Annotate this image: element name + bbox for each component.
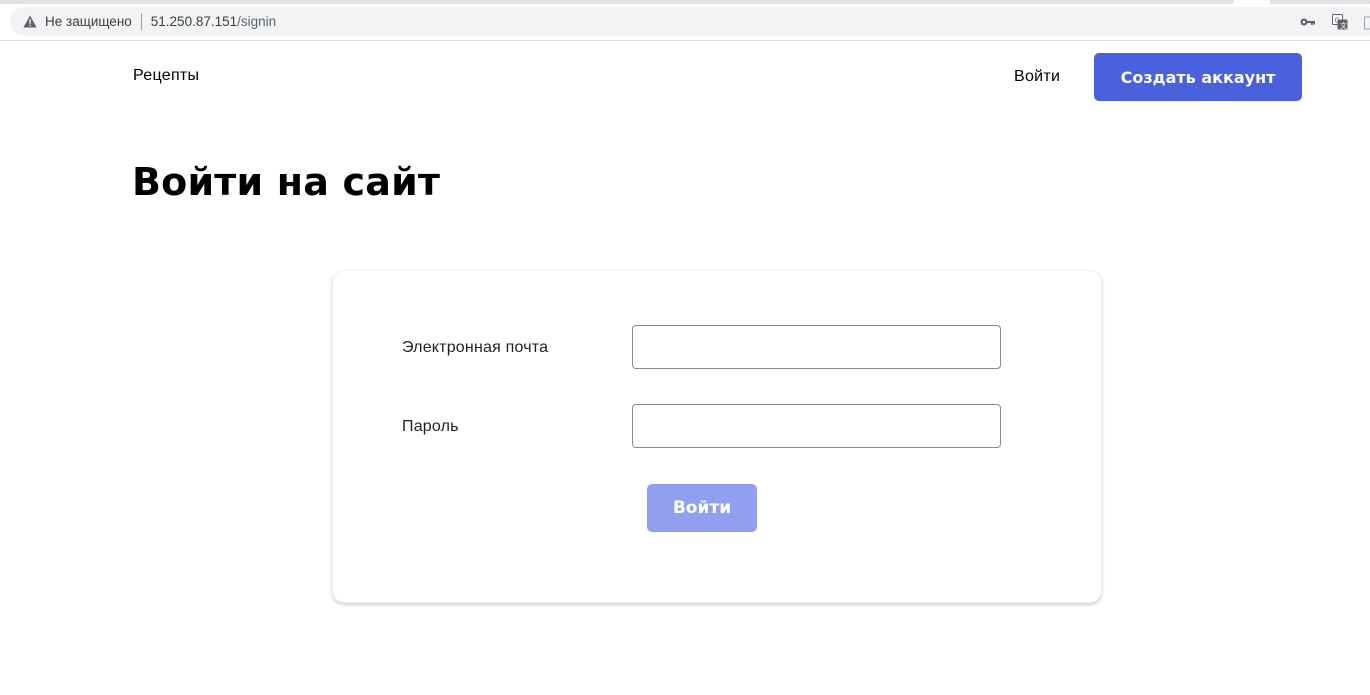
password-label: Пароль — [402, 418, 459, 435]
warning-icon[interactable] — [22, 14, 38, 30]
signin-form-card: Электронная почта Пароль Войти — [332, 270, 1102, 603]
url-host: 51.250.87.151 — [150, 14, 238, 29]
create-account-button[interactable]: Создать аккаунт — [1094, 53, 1302, 101]
browser-divider — [0, 40, 1370, 41]
login-submit-button[interactable]: Войти — [647, 484, 757, 532]
address-bar[interactable]: Не защищено 51.250.87.151/signin — [10, 7, 1370, 36]
extension-icon[interactable] — [1364, 14, 1370, 30]
browser-tab[interactable] — [0, 0, 1234, 4]
url-path: /signin — [237, 14, 277, 29]
email-label: Электронная почта — [402, 339, 549, 356]
nav-link-login[interactable]: Войти — [1014, 68, 1060, 86]
svg-text:文: 文 — [1340, 21, 1347, 30]
key-icon[interactable] — [1300, 17, 1316, 27]
url-text[interactable]: 51.250.87.151/signin — [151, 14, 276, 29]
email-field[interactable] — [632, 325, 1001, 369]
security-status-text[interactable]: Не защищено — [45, 14, 132, 29]
translate-icon[interactable]: G 文 — [1332, 13, 1348, 30]
address-bar-divider — [140, 13, 142, 30]
nav-link-recipes[interactable]: Рецепты — [133, 67, 199, 85]
browser-tab[interactable] — [1270, 0, 1370, 4]
password-field[interactable] — [632, 404, 1001, 448]
page-title: Войти на сайт — [132, 160, 441, 204]
